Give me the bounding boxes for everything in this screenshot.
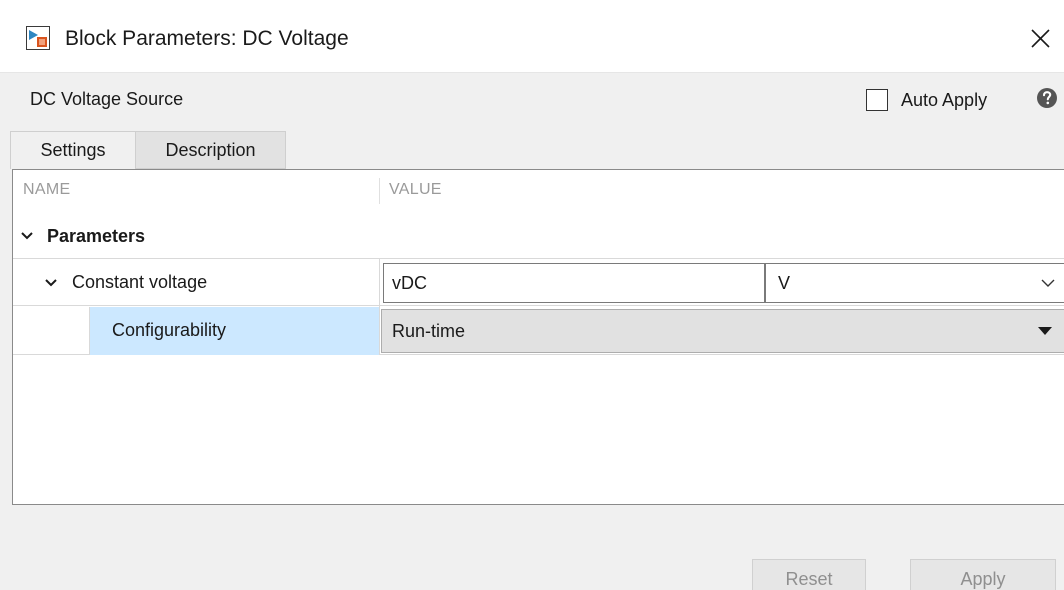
parameters-group-row[interactable]: Parameters	[13, 216, 1064, 256]
column-divider	[379, 307, 380, 355]
window-title: Block Parameters: DC Voltage	[65, 27, 349, 50]
help-icon[interactable]	[1036, 87, 1058, 109]
constant-voltage-value-input[interactable]: vDC	[383, 263, 765, 303]
constant-voltage-value: vDC	[392, 272, 427, 293]
configurability-label: Configurability	[112, 320, 227, 340]
value-column-header: VALUE	[389, 181, 442, 198]
column-divider	[379, 178, 380, 204]
chevron-down-icon[interactable]	[1040, 277, 1056, 289]
auto-apply-toggle[interactable]: Auto Apply	[866, 87, 987, 113]
reset-button[interactable]: Reset	[752, 559, 866, 590]
title-bar: Block Parameters: DC Voltage	[0, 0, 1064, 72]
chevron-down-icon[interactable]	[43, 275, 59, 291]
configurability-select[interactable]: Run-time	[381, 309, 1064, 353]
constant-voltage-label: Constant voltage	[72, 272, 208, 292]
tab-bar: Settings Description	[10, 131, 286, 169]
parameters-group-label: Parameters	[47, 226, 146, 246]
close-icon[interactable]	[1022, 20, 1058, 56]
name-column-header: NAME	[23, 181, 71, 198]
auto-apply-label[interactable]: Auto Apply	[901, 90, 987, 111]
dialog-body: DC Voltage Source Auto Apply Settings De…	[0, 72, 1064, 590]
chevron-down-icon[interactable]	[19, 228, 35, 244]
configurability-value: Run-time	[392, 320, 466, 341]
constant-voltage-unit-select[interactable]: V	[765, 263, 1064, 303]
tab-description[interactable]: Description	[136, 131, 286, 169]
parameter-table: NAME VALUE Parameters Constant voltage v…	[12, 169, 1064, 505]
column-divider	[379, 259, 380, 307]
auto-apply-checkbox[interactable]	[866, 89, 888, 111]
block-header: DC Voltage Source Auto Apply	[0, 73, 1064, 129]
simulink-block-icon	[26, 26, 50, 50]
constant-voltage-row[interactable]: Constant voltage vDC V	[13, 258, 1064, 307]
apply-button[interactable]: Apply	[910, 559, 1056, 590]
block-source-name: DC Voltage Source	[30, 89, 184, 109]
constant-voltage-unit: V	[778, 272, 791, 293]
tab-settings[interactable]: Settings	[10, 131, 136, 169]
dropdown-arrow-icon[interactable]	[1038, 327, 1052, 335]
configurability-row[interactable]: Configurability Run-time	[13, 307, 1064, 355]
